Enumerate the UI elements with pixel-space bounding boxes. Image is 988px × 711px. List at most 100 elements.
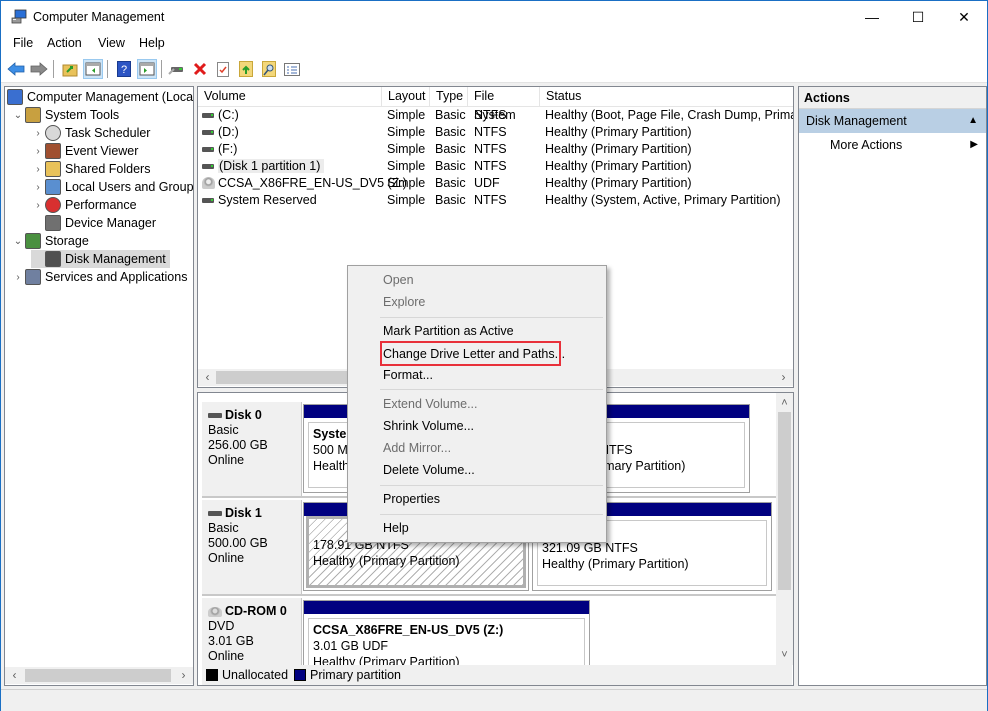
scroll-left-icon[interactable]: ‹ xyxy=(6,667,23,684)
legend-primary-partition: Primary partition xyxy=(310,668,402,682)
menu-view[interactable]: View xyxy=(98,36,125,50)
tree-item-label: Task Scheduler xyxy=(65,126,151,140)
hard-disk-icon xyxy=(202,113,214,118)
menu-item-shrink-volume[interactable]: Shrink Volume... xyxy=(383,419,474,433)
partition-cdrom-z[interactable]: CCSA_X86FRE_EN-US_DV5 (Z:) 3.01 GB UDF H… xyxy=(303,600,590,672)
disk-kind: Basic xyxy=(208,521,239,535)
menu-help[interactable]: Help xyxy=(139,36,165,50)
properties-button[interactable] xyxy=(213,59,233,79)
tree-item-computer-management-local[interactable]: Computer Management (Local xyxy=(7,88,193,106)
menu-item-explore: Explore xyxy=(383,295,426,309)
volume-row[interactable]: (F:) Simple Basic NTFS Healthy (Primary Part… xyxy=(198,141,793,158)
tree-scroll-thumb[interactable] xyxy=(25,669,171,682)
disk-0-label[interactable]: Disk 0 Basic 256.00 GB Online xyxy=(202,402,302,496)
connect-button[interactable] xyxy=(167,59,187,79)
tree-horizontal-scrollbar[interactable]: ‹ › xyxy=(5,667,193,684)
tree-item-device-manager[interactable]: Device Manager xyxy=(31,214,156,232)
disk-kind: Basic xyxy=(208,423,239,437)
actions-more-actions[interactable]: More Actions ▶ xyxy=(799,133,986,157)
tree-item-task-scheduler[interactable]: › Task Scheduler xyxy=(31,124,150,142)
column-volume[interactable]: Volume xyxy=(198,87,382,107)
column-file-system[interactable]: File System xyxy=(468,87,540,122)
menu-action[interactable]: Action xyxy=(47,36,82,50)
tree-item-storage[interactable]: ⌄ Storage xyxy=(11,232,89,250)
column-type[interactable]: Type xyxy=(430,87,468,107)
delete-button[interactable] xyxy=(190,59,210,79)
expand-right-icon[interactable]: › xyxy=(31,146,45,157)
minimize-button[interactable]: — xyxy=(849,1,895,33)
back-button[interactable] xyxy=(6,59,26,79)
users-icon xyxy=(45,179,61,195)
expand-right-icon[interactable]: › xyxy=(31,182,45,193)
highlight-box xyxy=(380,341,561,366)
disk-view-scroll-thumb[interactable] xyxy=(778,412,791,590)
export-list-button[interactable] xyxy=(236,59,256,79)
volume-list-header: Volume Layout Type File System Status xyxy=(198,87,793,122)
actions-section-disk-management[interactable]: Disk Management ▲ xyxy=(799,109,986,133)
disk-1-label[interactable]: Disk 1 Basic 500.00 GB Online xyxy=(202,500,302,594)
menu-separator xyxy=(380,514,603,515)
volume-cell-fs: NTFS xyxy=(474,193,507,207)
export-icon xyxy=(239,61,253,77)
menu-item-format[interactable]: Format... xyxy=(383,368,433,382)
system-tools-icon xyxy=(25,107,41,123)
volume-row[interactable]: CCSA_X86FRE_EN-US_DV5 (Z:) Simple Basic UDF… xyxy=(198,175,793,192)
scroll-right-icon[interactable]: › xyxy=(775,369,792,386)
primary-partition-swatch xyxy=(294,669,307,681)
column-status[interactable]: Status xyxy=(540,87,793,107)
menu-item-properties[interactable]: Properties xyxy=(383,492,440,506)
column-layout[interactable]: Layout xyxy=(382,87,430,107)
volume-row[interactable]: (D:) Simple Basic NTFS Healthy (Primary Part… xyxy=(198,124,793,141)
help-icon: ? xyxy=(117,61,131,77)
expand-down-icon[interactable]: ⌄ xyxy=(11,110,25,121)
expand-right-icon[interactable]: › xyxy=(31,164,45,175)
tree-item-disk-management[interactable]: Disk Management xyxy=(31,250,170,268)
scroll-left-icon[interactable]: ‹ xyxy=(199,369,216,386)
volume-row[interactable]: (Disk 1 partition 1) Simple Basic NTFS Healt… xyxy=(198,158,793,175)
settings-list-button[interactable] xyxy=(282,59,302,79)
cdrom-0-label[interactable]: CD-ROM 0 DVD 3.01 GB Online xyxy=(202,598,302,665)
forward-button[interactable] xyxy=(29,59,49,79)
tree-item-performance[interactable]: › Performance xyxy=(31,196,137,214)
maximize-button[interactable]: ☐ xyxy=(895,1,941,33)
menu-file[interactable]: File xyxy=(13,36,33,50)
up-one-level-button[interactable] xyxy=(60,59,80,79)
show-hide-action-pane-button[interactable] xyxy=(137,59,157,79)
device-manager-icon xyxy=(45,215,61,231)
expand-right-icon[interactable]: › xyxy=(31,200,45,211)
expand-down-icon[interactable]: ⌄ xyxy=(11,236,25,247)
volume-cell-volume: System Reserved xyxy=(218,193,317,207)
expand-right-icon[interactable]: › xyxy=(11,272,25,283)
close-icon: ✕ xyxy=(958,8,970,25)
menu-item-delete-volume[interactable]: Delete Volume... xyxy=(383,463,475,477)
scroll-down-icon[interactable]: ˅ xyxy=(776,647,793,664)
collapse-up-icon[interactable]: ▲ xyxy=(968,109,978,133)
disk-size: 3.01 GB xyxy=(208,634,254,648)
volume-cell-status: Healthy (System, Active, Primary Partiti… xyxy=(545,193,781,207)
volume-row[interactable]: (C:) Simple Basic NTFS Healthy (Boot, Page F… xyxy=(198,107,793,124)
menu-item-help[interactable]: Help xyxy=(383,521,409,535)
close-button[interactable]: ✕ xyxy=(941,1,987,33)
disk-view-vertical-scrollbar[interactable]: ˄ ˅ xyxy=(776,393,793,665)
expand-right-icon[interactable]: › xyxy=(31,128,45,139)
svg-text:?: ? xyxy=(121,64,127,76)
tree-item-label: Local Users and Groups xyxy=(65,180,194,194)
volume-cell-volume: (F:) xyxy=(218,142,238,156)
tree-item-shared-folders[interactable]: › Shared Folders xyxy=(31,160,150,178)
menu-item-extend-volume: Extend Volume... xyxy=(383,397,478,411)
disk-separator xyxy=(202,594,787,596)
scroll-right-icon[interactable]: › xyxy=(175,667,192,684)
disk-name: Disk 1 xyxy=(225,506,262,520)
tree-item-system-tools[interactable]: ⌄ System Tools xyxy=(11,106,119,124)
tree-item-local-users-and-groups[interactable]: › Local Users and Groups xyxy=(31,178,194,196)
show-hide-console-tree-button[interactable] xyxy=(83,59,103,79)
tree-item-services-and-applications[interactable]: › Services and Applications xyxy=(11,268,187,286)
volume-row[interactable]: System Reserved Simple Basic NTFS Healthy (S… xyxy=(198,192,793,209)
menu-item-mark-partition-as-active[interactable]: Mark Partition as Active xyxy=(383,324,514,338)
volume-cell-layout: Simple xyxy=(387,159,426,173)
scroll-up-icon[interactable]: ˄ xyxy=(776,395,793,412)
search-button[interactable] xyxy=(259,59,279,79)
menu-separator xyxy=(380,317,603,318)
tree-item-event-viewer[interactable]: › Event Viewer xyxy=(31,142,138,160)
help-button[interactable]: ? xyxy=(114,59,134,79)
